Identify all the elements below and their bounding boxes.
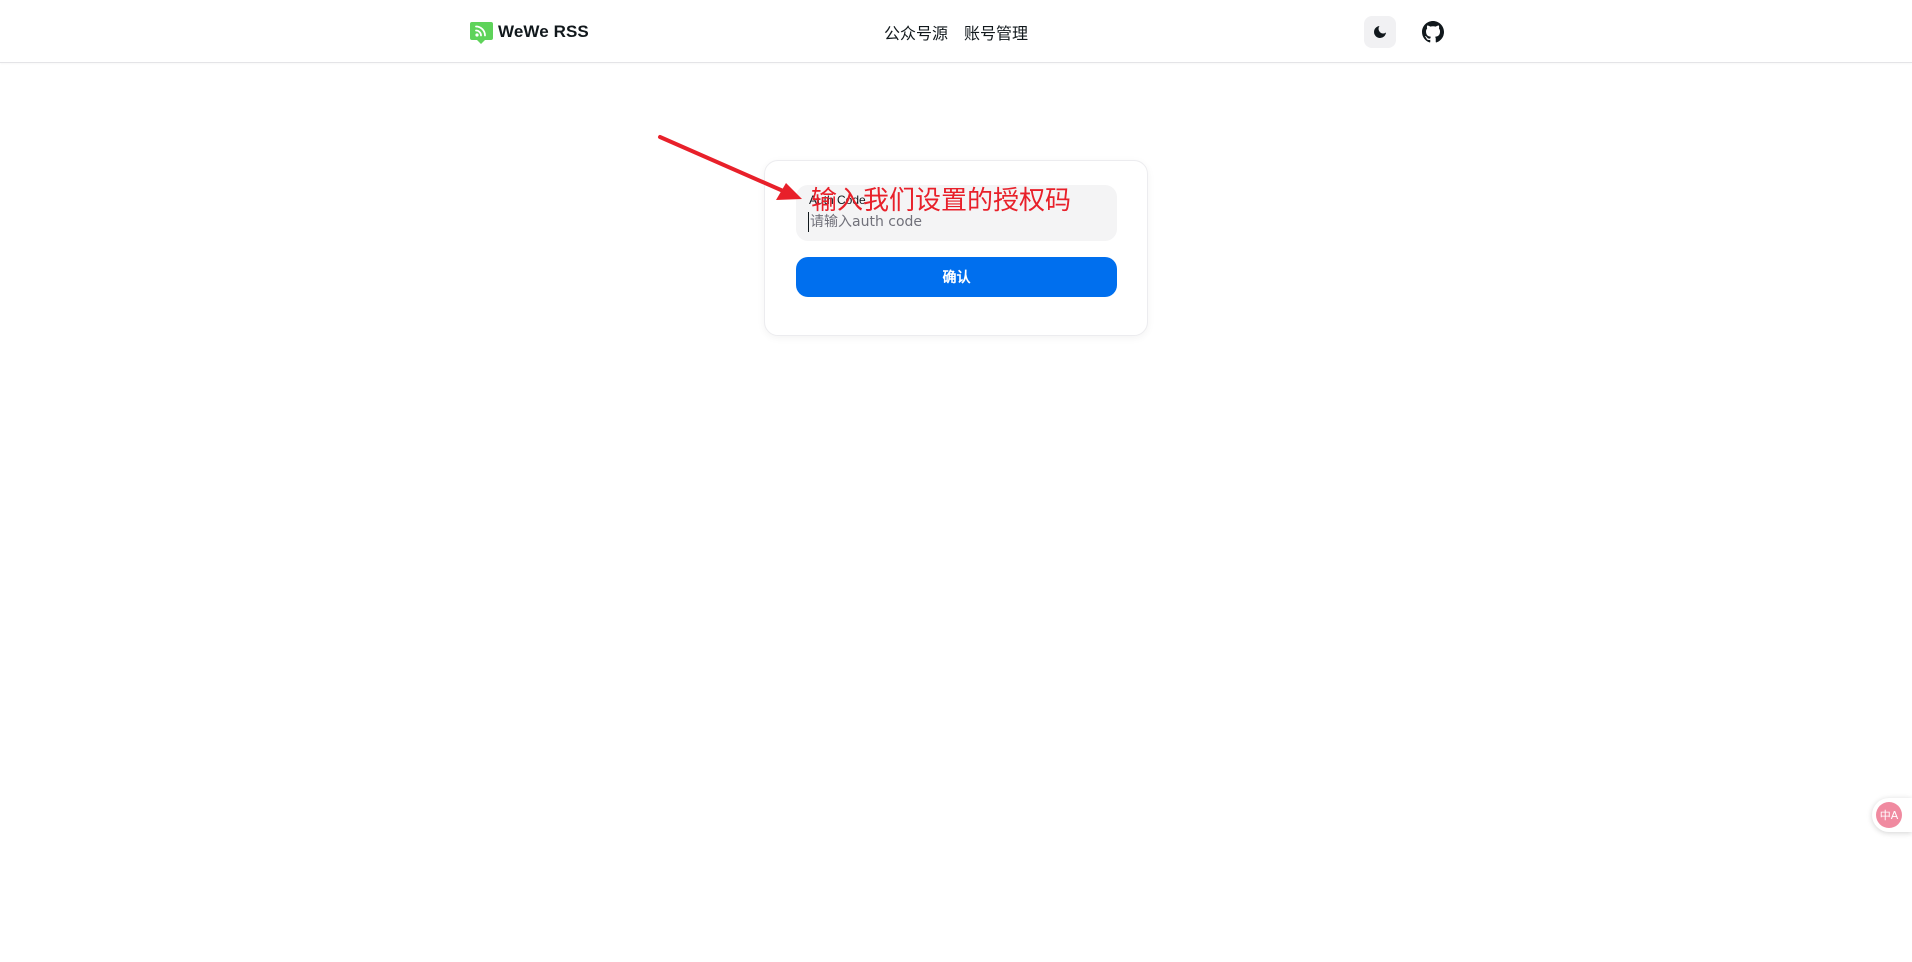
auth-code-field[interactable]: Auth Code [796,185,1117,241]
confirm-button[interactable]: 确认 [796,257,1117,297]
main-nav: 公众号源 账号管理 [884,20,1028,44]
brand[interactable]: WeWe RSS [469,19,589,45]
auth-code-label: Auth Code [809,193,866,207]
nav-link-feeds[interactable]: 公众号源 [884,20,948,44]
annotation-arrow [658,135,802,200]
rss-chat-logo-icon [470,21,493,44]
brand-name: WeWe RSS [498,22,589,41]
top-navbar: WeWe RSS 公众号源 账号管理 [0,0,1912,63]
auth-card: Auth Code 确认 [764,160,1148,336]
nav-link-accounts[interactable]: 账号管理 [964,20,1028,44]
auth-code-input[interactable] [808,212,1106,232]
translate-floating-button[interactable]: 中A [1872,798,1912,832]
theme-toggle-button[interactable] [1364,16,1396,48]
translate-icon: 中A [1876,802,1902,828]
moon-icon [1374,26,1386,38]
github-icon [1422,21,1444,43]
github-link-button[interactable] [1417,16,1449,48]
